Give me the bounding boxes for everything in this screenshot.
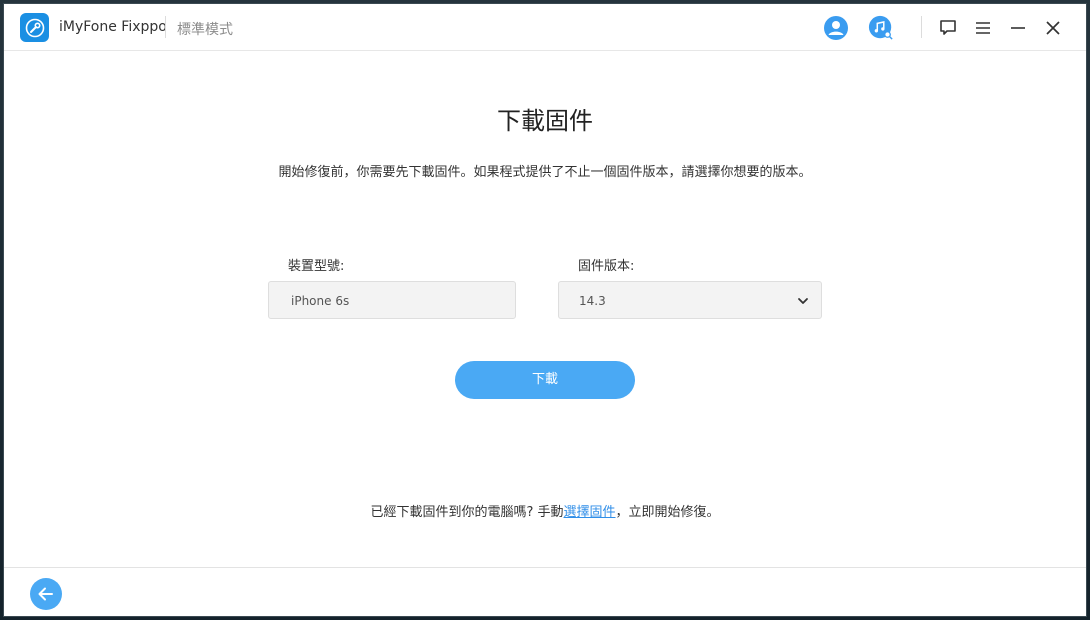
title-bar: iMyFone Fixppo 標準模式 — [4, 4, 1086, 51]
wrench-logo-icon — [20, 13, 49, 42]
model-label: 裝置型號: — [288, 259, 345, 274]
minimize-icon[interactable] — [1005, 15, 1031, 41]
toolbar-divider — [921, 16, 922, 38]
version-select[interactable]: 14.3 — [558, 281, 822, 319]
manual-select-note: 已經下載固件到你的電腦嗎? 手動選擇固件，立即開始修復。 — [4, 501, 1086, 520]
app-name: iMyFone Fixppo — [59, 19, 167, 35]
model-field: iPhone 6s — [268, 281, 516, 319]
footer-bar — [4, 567, 1086, 616]
arrow-left-icon — [38, 587, 53, 601]
back-button[interactable] — [30, 578, 62, 610]
menu-icon[interactable] — [970, 15, 996, 41]
main-content: 下載固件 開始修復前，你需要先下載固件。如果程式提供了不止一個固件版本，請選擇你… — [4, 51, 1086, 567]
note-prefix: 已經下載固件到你的電腦嗎? 手動 — [370, 505, 564, 520]
music-search-icon[interactable] — [868, 15, 894, 41]
select-firmware-link[interactable]: 選擇固件 — [564, 505, 616, 520]
note-suffix: ，立即開始修復。 — [615, 505, 720, 520]
feedback-icon[interactable] — [935, 15, 961, 41]
version-label: 固件版本: — [578, 259, 635, 274]
title-divider — [165, 16, 166, 38]
version-value: 14.3 — [579, 294, 606, 308]
chevron-down-icon — [798, 298, 808, 304]
app-window: iMyFone Fixppo 標準模式 下載固件 開始修復前，你需要先下載固件。… — [4, 4, 1086, 616]
close-icon[interactable] — [1040, 15, 1066, 41]
page-title: 下載固件 — [497, 107, 593, 135]
download-button[interactable]: 下載 — [455, 361, 635, 399]
description-text: 開始修復前，你需要先下載固件。如果程式提供了不止一個固件版本，請選擇你想要的版本… — [278, 165, 812, 180]
user-icon[interactable] — [823, 15, 849, 41]
mode-label: 標準模式 — [177, 22, 233, 38]
